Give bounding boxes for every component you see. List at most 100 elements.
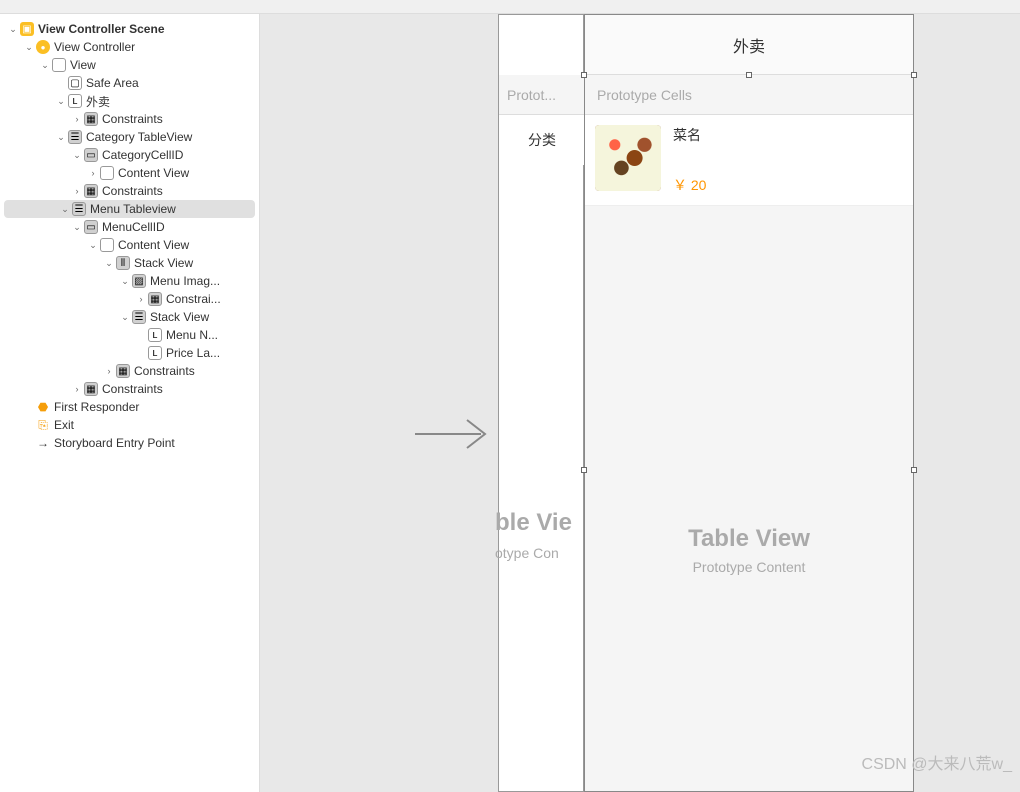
constraints-label: Constraints bbox=[102, 184, 163, 198]
menu-image-label: Menu Imag... bbox=[150, 274, 220, 288]
table-placeholder-sub: Prototype Content bbox=[585, 559, 913, 575]
outline-row-exit[interactable]: ⎘ Exit bbox=[0, 416, 259, 434]
constraints-label: Constraints bbox=[134, 364, 195, 378]
outline-row-contentview-2[interactable]: Content View bbox=[0, 236, 259, 254]
label-icon: L bbox=[148, 346, 162, 360]
constraints-icon: ▦ bbox=[84, 184, 98, 198]
outline-row-category-cell[interactable]: ▭ CategoryCellID bbox=[0, 146, 259, 164]
outline-row-scene[interactable]: ▣ View Controller Scene bbox=[0, 20, 259, 38]
outline-row-menu-cell[interactable]: ▭ MenuCellID bbox=[0, 218, 259, 236]
outline-row-constraints-1[interactable]: ▦ Constraints bbox=[0, 110, 259, 128]
main-container: ▣ View Controller Scene ● View Controlle… bbox=[0, 14, 1020, 792]
nav-title: 外卖 bbox=[585, 15, 913, 75]
label-icon: L bbox=[68, 94, 82, 108]
outline-row-stackview-2[interactable]: ☰ Stack View bbox=[0, 308, 259, 326]
chevron-down-icon[interactable] bbox=[72, 222, 82, 232]
chevron-right-icon[interactable] bbox=[72, 186, 82, 196]
safearea-icon: ▢ bbox=[68, 76, 82, 90]
table-placeholder-title: Table View bbox=[585, 525, 913, 553]
outline-row-price-label[interactable]: L Price La... bbox=[0, 344, 259, 362]
storyboard-canvas[interactable]: Protot... 分类 ble Vie otype Con 外卖 Protot… bbox=[260, 14, 1020, 792]
document-outline-panel[interactable]: ▣ View Controller Scene ● View Controlle… bbox=[0, 14, 260, 792]
selection-handle[interactable] bbox=[581, 467, 587, 473]
menu-table-label: Menu Tableview bbox=[90, 202, 176, 216]
selection-handle[interactable] bbox=[581, 72, 587, 78]
contentview-label: Content View bbox=[118, 166, 189, 180]
constraints-label: Constrai... bbox=[166, 292, 221, 306]
outline-row-constraints-4[interactable]: ▦ Constraints bbox=[0, 362, 259, 380]
chevron-down-icon[interactable] bbox=[88, 240, 98, 250]
view-icon bbox=[100, 166, 114, 180]
outline-row-view[interactable]: View bbox=[0, 56, 259, 74]
chevron-down-icon[interactable] bbox=[104, 258, 114, 268]
imageview-icon: ▨ bbox=[132, 274, 146, 288]
constraints-label: Constraints bbox=[102, 382, 163, 396]
scene-icon: ▣ bbox=[20, 22, 34, 36]
chevron-right-icon[interactable] bbox=[136, 294, 146, 304]
label-icon: L bbox=[148, 328, 162, 342]
view-icon bbox=[52, 58, 66, 72]
safearea-label: Safe Area bbox=[86, 76, 139, 90]
constraints-icon: ▦ bbox=[148, 292, 162, 306]
outline-row-stackview-1[interactable]: ⫴ Stack View bbox=[0, 254, 259, 272]
chevron-down-icon[interactable] bbox=[120, 276, 130, 286]
chevron-down-icon[interactable] bbox=[60, 204, 70, 214]
outline-row-menu-name-label[interactable]: L Menu N... bbox=[0, 326, 259, 344]
left-device-preview[interactable]: Protot... 分类 ble Vie otype Con bbox=[498, 14, 584, 792]
cell-icon: ▭ bbox=[84, 148, 98, 162]
chevron-down-icon[interactable] bbox=[72, 150, 82, 160]
view-icon bbox=[100, 238, 114, 252]
first-responder-label: First Responder bbox=[54, 400, 139, 414]
chevron-down-icon[interactable] bbox=[24, 42, 34, 52]
chevron-right-icon[interactable] bbox=[88, 168, 98, 178]
stackview-label: Stack View bbox=[134, 256, 193, 270]
outline-row-constraints-3[interactable]: ▦ Constrai... bbox=[0, 290, 259, 308]
chevron-down-icon[interactable] bbox=[8, 24, 18, 34]
outline-row-viewcontroller[interactable]: ● View Controller bbox=[0, 38, 259, 56]
chevron-down-icon[interactable] bbox=[56, 96, 66, 106]
prototype-cells-header: Prototype Cells bbox=[585, 75, 913, 115]
tableview-icon: ☰ bbox=[72, 202, 86, 216]
outline-row-label-waimai[interactable]: L 外卖 bbox=[0, 92, 259, 110]
outline-row-constraints-5[interactable]: ▦ Constraints bbox=[0, 380, 259, 398]
category-table-label: Category TableView bbox=[86, 130, 192, 144]
outline-row-entry-point[interactable]: → Storyboard Entry Point bbox=[0, 434, 259, 452]
menu-image-view bbox=[595, 125, 661, 191]
chevron-right-icon[interactable] bbox=[72, 384, 82, 394]
selection-handle[interactable] bbox=[911, 467, 917, 473]
chevron-down-icon[interactable] bbox=[40, 60, 50, 70]
menu-name-label: 菜名 bbox=[673, 125, 706, 145]
outline-row-menu-image[interactable]: ▨ Menu Imag... bbox=[0, 272, 259, 290]
outline-row-safearea[interactable]: ▢ Safe Area bbox=[0, 74, 259, 92]
cell-icon: ▭ bbox=[84, 220, 98, 234]
outline-row-menu-tableview[interactable]: ☰ Menu Tableview bbox=[4, 200, 255, 218]
selection-handle[interactable] bbox=[746, 72, 752, 78]
outline-row-contentview-1[interactable]: Content View bbox=[0, 164, 259, 182]
chevron-right-icon[interactable] bbox=[72, 114, 82, 124]
constraints-icon: ▦ bbox=[84, 112, 98, 126]
main-device-preview[interactable]: 外卖 Prototype Cells 菜名 ￥ 20 Table View Pr… bbox=[584, 14, 914, 792]
chevron-down-icon[interactable] bbox=[120, 312, 130, 322]
menu-price-label: ￥ 20 bbox=[673, 175, 706, 195]
stackview-icon: ⫴ bbox=[116, 256, 130, 270]
outline-row-constraints-2[interactable]: ▦ Constraints bbox=[0, 182, 259, 200]
selection-handle[interactable] bbox=[911, 72, 917, 78]
entry-point-icon: → bbox=[36, 436, 50, 450]
chevron-right-icon[interactable] bbox=[104, 366, 114, 376]
first-responder-icon: ⬣ bbox=[36, 400, 50, 414]
outline-row-category-tableview[interactable]: ☰ Category TableView bbox=[0, 128, 259, 146]
table-placeholder: Table View Prototype Content bbox=[585, 525, 913, 575]
exit-icon: ⎘ bbox=[36, 418, 50, 432]
exit-label: Exit bbox=[54, 418, 74, 432]
tableview-icon: ☰ bbox=[68, 130, 82, 144]
toolbar bbox=[0, 0, 1020, 14]
left-prototype-header: Protot... bbox=[499, 75, 585, 115]
viewcontroller-icon: ● bbox=[36, 40, 50, 54]
menu-prototype-cell[interactable]: 菜名 ￥ 20 bbox=[585, 115, 913, 206]
menuname-label: Menu N... bbox=[166, 328, 218, 342]
waimai-label: 外卖 bbox=[86, 93, 110, 110]
chevron-down-icon[interactable] bbox=[56, 132, 66, 142]
outline-row-first-responder[interactable]: ⬣ First Responder bbox=[0, 398, 259, 416]
contentview-label: Content View bbox=[118, 238, 189, 252]
table-sub-placeholder-text: otype Con bbox=[495, 545, 559, 561]
